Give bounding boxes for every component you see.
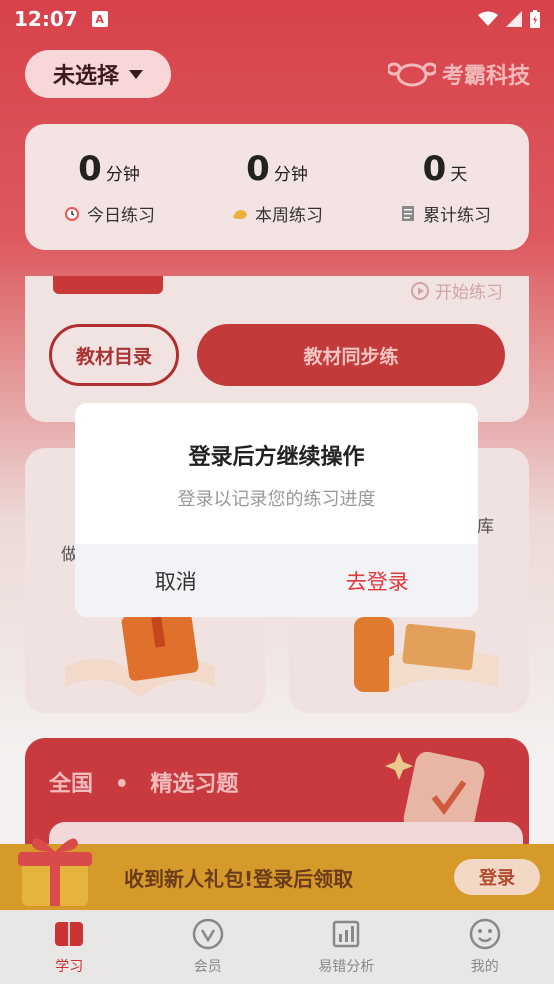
dialog-actions: 取消 去登录 bbox=[75, 544, 478, 617]
dialog-login-button[interactable]: 去登录 bbox=[277, 544, 479, 617]
login-required-dialog: 登录后方继续操作 登录以记录您的练习进度 取消 去登录 bbox=[75, 403, 478, 617]
dialog-cancel-button[interactable]: 取消 bbox=[75, 544, 277, 617]
dialog-title: 登录后方继续操作 bbox=[188, 445, 365, 470]
dialog-subtitle: 登录以记录您的练习进度 bbox=[177, 489, 376, 510]
